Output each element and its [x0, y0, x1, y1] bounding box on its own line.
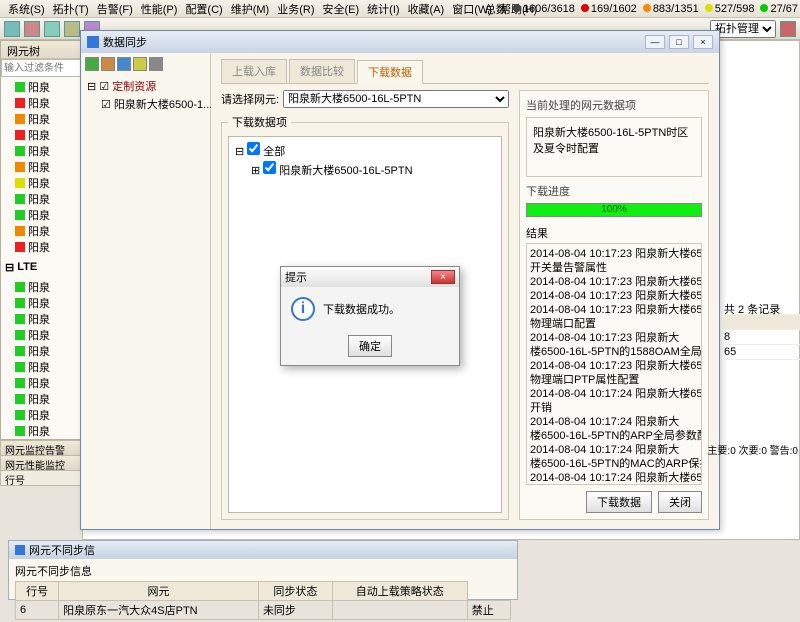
info-dialog: 提示 × i 下载数据成功。 确定: [280, 266, 460, 366]
window-icon: [15, 545, 25, 555]
menu-item[interactable]: 统计(I): [363, 1, 403, 17]
menu-item[interactable]: 维护(M): [227, 1, 274, 17]
current-item-title: 当前处理的网元数据项: [526, 97, 702, 113]
close-button[interactable]: ×: [693, 35, 713, 49]
window-title: 数据同步: [103, 34, 641, 50]
tree-item[interactable]: 阳泉: [1, 127, 81, 143]
current-item-box: 阳泉新大楼6500-16L-5PTN时区及夏令时配置: [526, 117, 702, 177]
left-bottom-tabs: 网元监控告警 网元性能监控 行号: [0, 440, 82, 485]
tree-item[interactable]: 阳泉: [1, 159, 81, 175]
close-button[interactable]: 关闭: [658, 491, 702, 513]
tree-toolbar-icon[interactable]: [85, 57, 99, 71]
tree-toolbar-icon[interactable]: [149, 57, 163, 71]
resource-tree[interactable]: ⊟ ☑ 定制资源 ☑ 阳泉新大楼6500-1...: [85, 75, 206, 115]
tree-item[interactable]: 阳泉: [1, 207, 81, 223]
tree-item[interactable]: 阳泉: [1, 191, 81, 207]
toolbar-icon[interactable]: [780, 21, 796, 37]
dialog-titlebar[interactable]: 提示 ×: [281, 267, 459, 287]
toolbar-icon[interactable]: [64, 21, 80, 37]
tree-toolbar-icon[interactable]: [101, 57, 115, 71]
tree-item[interactable]: 阳泉: [1, 239, 81, 255]
progress-label: 下载进度: [526, 183, 702, 199]
tab-perf[interactable]: 网元性能监控: [0, 455, 82, 471]
tree-item[interactable]: 阳泉: [1, 295, 81, 311]
tree-item[interactable]: 阳泉: [1, 327, 81, 343]
tab-compare[interactable]: 数据比较: [289, 59, 355, 83]
status-total-label: 总数: [485, 1, 507, 17]
tree-item[interactable]: 阳泉: [1, 79, 81, 95]
toolbar-icon[interactable]: [24, 21, 40, 37]
tree-item[interactable]: 阳泉: [1, 143, 81, 159]
top-status: 总数 1606/3618 169/1602 883/1351 527/598 2…: [485, 0, 798, 18]
menu-item[interactable]: 业务(R): [273, 1, 318, 17]
menu-item[interactable]: 告警(F): [93, 1, 137, 17]
tab-alarm[interactable]: 网元监控告警: [0, 440, 82, 456]
tree-item[interactable]: 阳泉: [1, 111, 81, 127]
unsync-table[interactable]: 行号网元同步状态自动上载策略状态 6阳泉原东一汽大众4S店PTN未同步禁止: [15, 581, 511, 620]
ne-tree-lte[interactable]: 阳泉阳泉阳泉阳泉阳泉阳泉阳泉阳泉阳泉阳泉阳泉: [1, 277, 81, 457]
tree-item[interactable]: 阳泉: [1, 407, 81, 423]
result-log[interactable]: 2014-08-04 10:17:23 阳泉新大楼6500-16L-5PTN开关…: [526, 243, 702, 485]
tree-item[interactable]: 阳泉: [1, 223, 81, 239]
tree-item[interactable]: 阳泉: [1, 343, 81, 359]
download-button[interactable]: 下载数据: [586, 491, 652, 513]
tree-item[interactable]: 阳泉: [1, 95, 81, 111]
sync-tabs: 上载入库 数据比较 下载数据: [221, 59, 709, 84]
tab-upload[interactable]: 上载入库: [221, 59, 287, 83]
dialog-message: 下载数据成功。: [323, 301, 400, 317]
left-pane: 网元树 阳泉阳泉阳泉阳泉阳泉阳泉阳泉阳泉阳泉阳泉阳泉 ⊟ LTE 阳泉阳泉阳泉阳…: [0, 40, 82, 440]
tree-item[interactable]: 阳泉: [1, 175, 81, 191]
info-icon: i: [291, 297, 315, 321]
ne-tree[interactable]: 阳泉阳泉阳泉阳泉阳泉阳泉阳泉阳泉阳泉阳泉阳泉: [1, 77, 81, 257]
menu-item[interactable]: 配置(C): [181, 1, 226, 17]
progress-bar: 100%: [526, 203, 702, 217]
line-label: 行号: [0, 470, 82, 486]
tree-item[interactable]: 阳泉: [1, 359, 81, 375]
tree-item[interactable]: 阳泉: [1, 375, 81, 391]
bottom-titlebar[interactable]: 网元不同步信: [9, 541, 517, 559]
filter-input[interactable]: [1, 59, 81, 77]
sync-left-tree-pane: ⊟ ☑ 定制资源 ☑ 阳泉新大楼6500-1...: [81, 53, 211, 529]
alarm-summary: 主要:0 次要:0 警告:0: [707, 442, 798, 457]
unsync-ne-window: 网元不同步信 网元不同步信息 行号网元同步状态自动上载策略状态 6阳泉原东一汽大…: [8, 540, 518, 600]
tree-toolbar-icon[interactable]: [117, 57, 131, 71]
lte-group[interactable]: ⊟ LTE: [1, 259, 81, 275]
minimize-button[interactable]: —: [645, 35, 665, 49]
tree-item[interactable]: 阳泉: [1, 279, 81, 295]
tree-item[interactable]: 阳泉: [1, 311, 81, 327]
menu-item[interactable]: 安全(E): [319, 1, 364, 17]
menu-item[interactable]: 收藏(A): [404, 1, 449, 17]
window-icon: [87, 36, 99, 48]
right-side-panel: 共 2 条记录 8 65: [722, 300, 800, 360]
tab-download[interactable]: 下载数据: [357, 60, 423, 84]
ok-button[interactable]: 确定: [348, 335, 392, 357]
menu-item[interactable]: 拓扑(T): [49, 1, 93, 17]
tree-item[interactable]: 阳泉: [1, 423, 81, 439]
ne-select[interactable]: 阳泉新大楼6500-16L-5PTN: [283, 90, 509, 108]
tree-toolbar-icon[interactable]: [133, 57, 147, 71]
menu-item[interactable]: 系统(S): [4, 1, 49, 17]
window-titlebar[interactable]: 数据同步 — □ ×: [81, 31, 719, 53]
left-tab[interactable]: 网元树: [1, 41, 81, 59]
select-ne-label: 请选择网元:: [221, 91, 279, 107]
result-label: 结果: [526, 225, 702, 241]
toolbar-icon[interactable]: [4, 21, 20, 37]
toolbar-icon[interactable]: [44, 21, 60, 37]
dialog-close-icon[interactable]: ×: [431, 270, 455, 284]
tree-item[interactable]: 阳泉: [1, 391, 81, 407]
menu-item[interactable]: 性能(P): [137, 1, 182, 17]
maximize-button[interactable]: □: [669, 35, 689, 49]
